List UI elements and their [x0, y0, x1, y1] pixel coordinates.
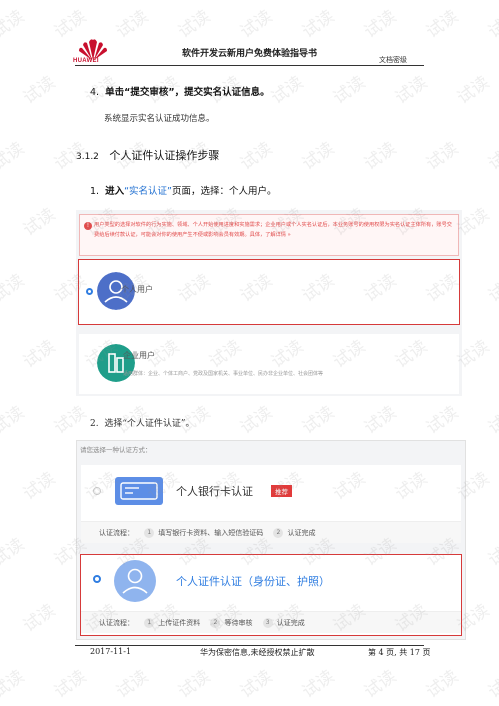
watermark-text: 试读: [0, 534, 29, 571]
bank-card-auth-flow: 认证流程： 1 填写银行卡资料、输入短信验证码 2 认证完成: [81, 521, 461, 543]
flow-step-number: 1: [144, 618, 155, 628]
flow-step-text: 认证完成: [287, 529, 316, 537]
step-4: 4. 单击“提交审核”，提交实名认证信息。: [90, 84, 270, 98]
watermark-text: 试读: [329, 72, 370, 109]
page-header: HUAWEI 软件开发云新用户免费体验指导书 文档密级: [0, 0, 499, 70]
section-title: 个人证件认证操作步骤: [109, 149, 220, 162]
personal-user-card[interactable]: 个人用户: [78, 259, 460, 325]
flow-step-number: 3: [262, 618, 273, 628]
footer-page-number: 第 4 页, 共 17 页: [368, 648, 431, 657]
watermark-text: 试读: [0, 138, 29, 175]
flow-step-number: 2: [210, 618, 221, 628]
footer-divider: [75, 645, 424, 646]
flow-step-number: 1: [144, 528, 155, 538]
watermark-text: 试读: [236, 666, 277, 703]
watermark-text: 试读: [484, 666, 499, 703]
id-document-auth-flow: 认证流程： 1 上传证件资料 2 等待审核 3 认证完成: [81, 611, 461, 633]
document-classification: 文档密级: [379, 56, 407, 64]
watermark-text: 试读: [19, 336, 60, 373]
section-number: 3.1.2: [76, 152, 99, 162]
watermark-text: 试读: [267, 72, 308, 109]
watermark-text: 试读: [422, 666, 463, 703]
bank-card-auth-title: 个人银行卡认证: [176, 485, 253, 498]
enterprise-user-desc: 适用群体：企业、个体工商户、党政及国家机关、事业单位、民办非企业单位、社会团体等: [123, 371, 324, 377]
watermark-text: 试读: [19, 72, 60, 109]
step-number: 1.: [90, 186, 100, 197]
id-document-auth-option[interactable]: 个人证件认证（身份证、护照） 认证流程： 1 上传证件资料 2 等待审核 3 认证完成: [80, 554, 462, 636]
watermark-text: 试读: [422, 402, 463, 439]
footer-confidential: 华为保密信息,未经授权禁止扩散: [200, 648, 315, 657]
step-1: 1. 进入“实名认证”页面，选择：个人用户。: [90, 183, 277, 197]
watermark-text: 试读: [484, 402, 499, 439]
screenshot-user-type: ! 用户类型的选择对软件的行为实施、领域、个人开始使用进度和实施需求；企业用户或…: [76, 210, 462, 396]
section-heading: 3.1.2 个人证件认证操作步骤: [76, 147, 219, 163]
watermark-text: 试读: [19, 204, 60, 241]
watermark-text: 试读: [50, 402, 91, 439]
watermark-text: 试读: [453, 72, 494, 109]
document-title: 软件开发云新用户免费体验指导书: [181, 49, 317, 59]
personal-user-label: 个人用户: [121, 285, 153, 294]
id-document-user-icon: [114, 560, 156, 602]
watermark-text: 试读: [0, 402, 29, 439]
watermark-text: 试读: [298, 666, 339, 703]
bank-card-radio[interactable]: [93, 487, 101, 495]
flow-step-text: 填写银行卡资料、输入短信验证码: [158, 529, 264, 537]
flow-step-text: 等待审核: [224, 619, 253, 627]
watermark-text: 试读: [484, 138, 499, 175]
watermark-text: 试读: [19, 468, 60, 505]
flow-step-number: 2: [273, 528, 284, 538]
step-number: 2.: [90, 419, 99, 429]
watermark-text: 试读: [174, 666, 215, 703]
watermark-text: 试读: [236, 402, 277, 439]
recommended-badge: 推荐: [271, 485, 292, 497]
header-divider: [75, 65, 424, 66]
step-4-result: 系统显示实名认证成功信息。: [104, 114, 215, 124]
screenshot-auth-method: 请您选择一种认证方式： 个人银行卡认证 推荐 认证流程： 1 填写银行卡资料、输入…: [76, 440, 466, 640]
id-document-auth-title: 个人证件认证（身份证、护照）: [176, 575, 330, 588]
watermark-text: 试读: [484, 534, 499, 571]
real-name-auth-link[interactable]: “实名认证”: [124, 186, 172, 197]
watermark-text: 试读: [360, 402, 401, 439]
id-document-radio[interactable]: [93, 575, 101, 583]
auth-method-prompt: 请您选择一种认证方式：: [80, 446, 152, 454]
watermark-text: 试读: [484, 270, 499, 307]
enterprise-user-card[interactable]: 企业用户 适用群体：企业、个体工商户、党政及国家机关、事业单位、民办非企业单位、…: [79, 334, 459, 394]
bank-card-icon: [115, 477, 163, 505]
notice-text: 用户类型的选择对软件的行为实施、领域、个人开始使用进度和实施需求；企业用户或个人…: [94, 222, 452, 238]
watermark-text: 试读: [0, 666, 29, 703]
personal-radio[interactable]: [86, 288, 93, 295]
step-verb: 单击: [105, 87, 125, 98]
watermark-text: 试读: [391, 72, 432, 109]
watermark-text: 试读: [0, 270, 29, 307]
footer-date: 2017-11-1: [90, 647, 132, 656]
step-verb: 进入: [105, 186, 125, 197]
watermark-text: 试读: [360, 666, 401, 703]
step-2: 2. 选择“个人证件认证”。: [90, 416, 195, 429]
watermark-text: 试读: [236, 138, 277, 175]
watermark-text: 试读: [112, 666, 153, 703]
watermark-text: 试读: [360, 138, 401, 175]
enterprise-user-label: 企业用户: [123, 351, 155, 360]
step-rest: ，提交实名认证信息。: [174, 87, 270, 98]
bank-card-auth-option[interactable]: 个人银行卡认证 推荐 认证流程： 1 填写银行卡资料、输入短信验证码 2 认证完成: [81, 465, 461, 543]
flow-label: 认证流程：: [99, 529, 134, 537]
step-rest: 页面，选择：个人用户。: [171, 186, 277, 197]
flow-step-text: 认证完成: [276, 619, 305, 627]
flow-label: 认证流程：: [99, 619, 134, 627]
watermark-text: 试读: [422, 138, 463, 175]
notice-banner: ! 用户类型的选择对软件的行为实施、领域、个人开始使用进度和实施需求；企业用户或…: [79, 214, 459, 256]
step-text: 选择“个人证件认证”。: [104, 419, 195, 429]
warning-icon: !: [84, 222, 92, 230]
watermark-text: 试读: [19, 600, 60, 637]
watermark-text: 试读: [298, 138, 339, 175]
watermark-text: 试读: [298, 402, 339, 439]
flow-step-text: 上传证件资料: [158, 619, 201, 627]
step-action: “提交审核”: [124, 87, 175, 98]
step-number: 4.: [90, 87, 100, 98]
watermark-text: 试读: [50, 666, 91, 703]
